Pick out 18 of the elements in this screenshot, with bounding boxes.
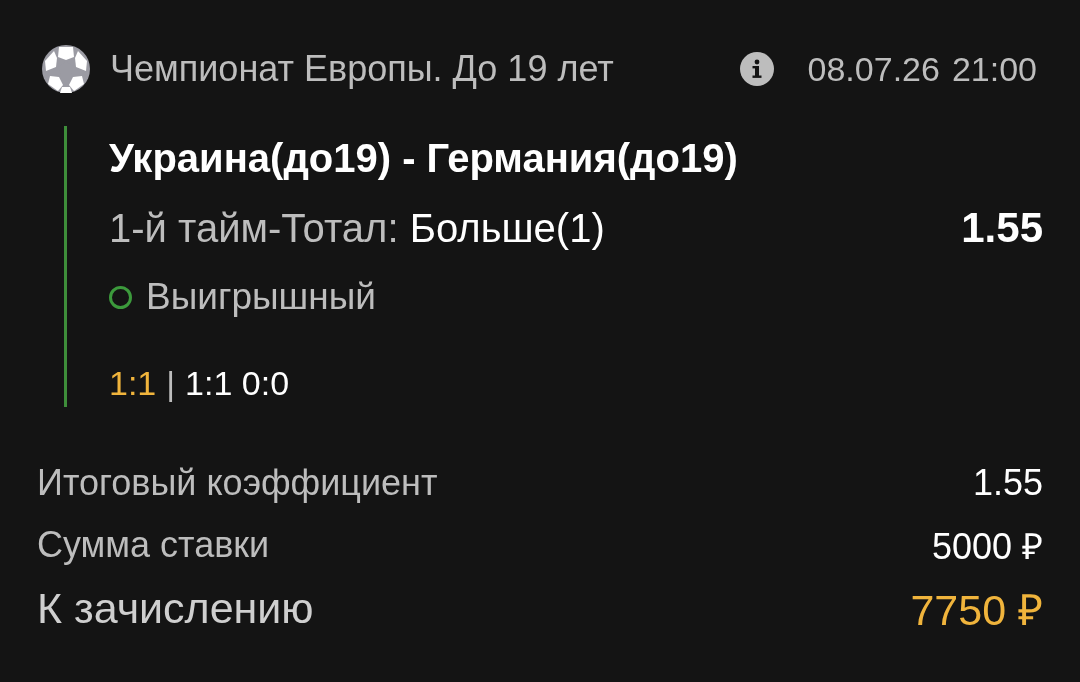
tournament-name: Чемпионат Европы. До 19 лет [110, 48, 615, 90]
match-title: Украина(до19) - Германия(до19) [109, 135, 739, 182]
summary-label: Итоговый коэффициент [37, 462, 438, 504]
final-score: 1:1 [109, 363, 157, 404]
bet-status: Выигрышный [146, 276, 376, 318]
summary-label: К зачислению [37, 583, 314, 633]
summary-value: 1.55 [972, 462, 1043, 504]
period-scores: 1:1 0:0 [185, 363, 290, 404]
info-icon[interactable] [739, 52, 774, 86]
bet-market: 1-й тайм-Тотал: Больше(1) [109, 205, 605, 252]
score-separator: | [166, 363, 176, 404]
summary-value: 5000 ₽ [931, 524, 1043, 569]
summary-label: Сумма ставки [37, 524, 270, 566]
bet-odds: 1.55 [961, 204, 1043, 252]
event-date: 08.07.26 [807, 49, 940, 89]
summary-value: 7750 ₽ [910, 584, 1043, 636]
event-time: 21:00 [951, 49, 1037, 89]
soccer-ball-icon [42, 45, 90, 93]
